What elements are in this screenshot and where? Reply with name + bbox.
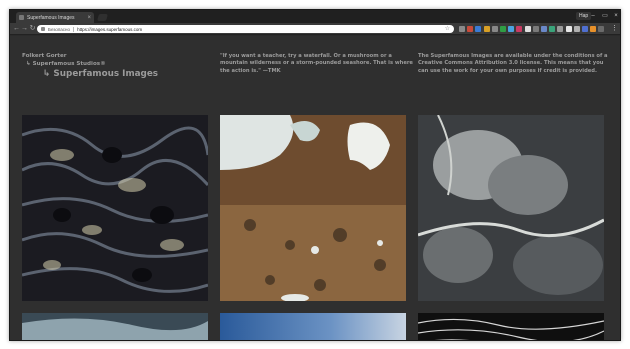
extension-icon[interactable] [557, 26, 564, 32]
extension-icon[interactable] [532, 26, 539, 32]
extension-icon[interactable] [516, 26, 523, 32]
image-blue-sky [220, 313, 406, 340]
url-text[interactable]: https://images.superfamous.com [77, 27, 445, 32]
extension-icon[interactable] [500, 26, 506, 32]
extension-icon[interactable] [573, 26, 580, 32]
license-text: The Superfamous Images are available und… [418, 53, 608, 74]
extension-icon[interactable] [483, 26, 490, 32]
new-tab-button[interactable] [97, 14, 108, 21]
gallery-image-rock-texture[interactable] [418, 115, 604, 301]
studio-link[interactable]: ↳ Superfamous Studios® [26, 61, 106, 68]
gallery-image-aerial-lake[interactable] [220, 115, 406, 301]
browser-toolbar: ← → ↻ Безопасно https://images.superfamo… [10, 23, 620, 35]
site-title[interactable]: ↳ Superfamous Images [43, 69, 158, 79]
star-icon[interactable]: ☆ [445, 26, 450, 32]
gallery-image-dark-water[interactable] [418, 313, 604, 340]
extension-icon[interactable] [590, 26, 597, 32]
gallery-image-ice-crystal[interactable] [22, 115, 208, 301]
extension-icon[interactable] [524, 26, 531, 32]
gallery-image-blue-sky[interactable] [220, 313, 406, 340]
page-content: Folkert Gorter ↳ Superfamous Studios® ↳ … [10, 36, 620, 340]
image-ice-crystal [22, 115, 208, 301]
extension-icon[interactable] [598, 26, 605, 32]
author-name[interactable]: Folkert Gorter [22, 53, 67, 60]
tab-favicon-icon [19, 15, 24, 20]
extension-icon[interactable] [491, 26, 498, 32]
url-separator [73, 26, 75, 32]
extension-icon[interactable] [508, 26, 515, 32]
image-aerial-lake [220, 115, 406, 301]
reload-button[interactable]: ↻ [28, 24, 37, 33]
security-label: Безопасно [48, 26, 71, 32]
tab-strip: Superfamous Images × Hap – ▭ × [10, 10, 620, 23]
tab-title: Superfamous Images [27, 14, 75, 21]
address-bar[interactable]: Безопасно https://images.superfamous.com… [37, 25, 454, 33]
quote-text: "If you want a teacher, try a waterfall.… [220, 53, 413, 74]
close-window-button[interactable]: × [610, 11, 620, 21]
minimize-button[interactable]: – [587, 11, 599, 21]
tab-close-icon[interactable]: × [87, 15, 91, 21]
gallery-image-blue-ice[interactable] [22, 313, 208, 340]
extension-icon[interactable] [541, 26, 547, 32]
extension-icon[interactable] [565, 26, 572, 32]
image-blue-ice [22, 313, 208, 340]
extension-icon[interactable] [467, 26, 474, 32]
extension-icon[interactable] [582, 26, 588, 32]
browser-window: Superfamous Images × Hap – ▭ × ← → ↻ Без… [9, 9, 621, 341]
extension-icon[interactable] [549, 26, 556, 32]
extension-icon[interactable] [475, 26, 482, 32]
image-rock-texture [418, 115, 604, 301]
lock-icon [41, 27, 45, 31]
browser-menu-button[interactable]: ⋮ [611, 24, 618, 34]
extension-icon[interactable] [459, 26, 465, 32]
image-dark-water [418, 313, 604, 340]
browser-tab[interactable]: Superfamous Images × [16, 12, 94, 23]
